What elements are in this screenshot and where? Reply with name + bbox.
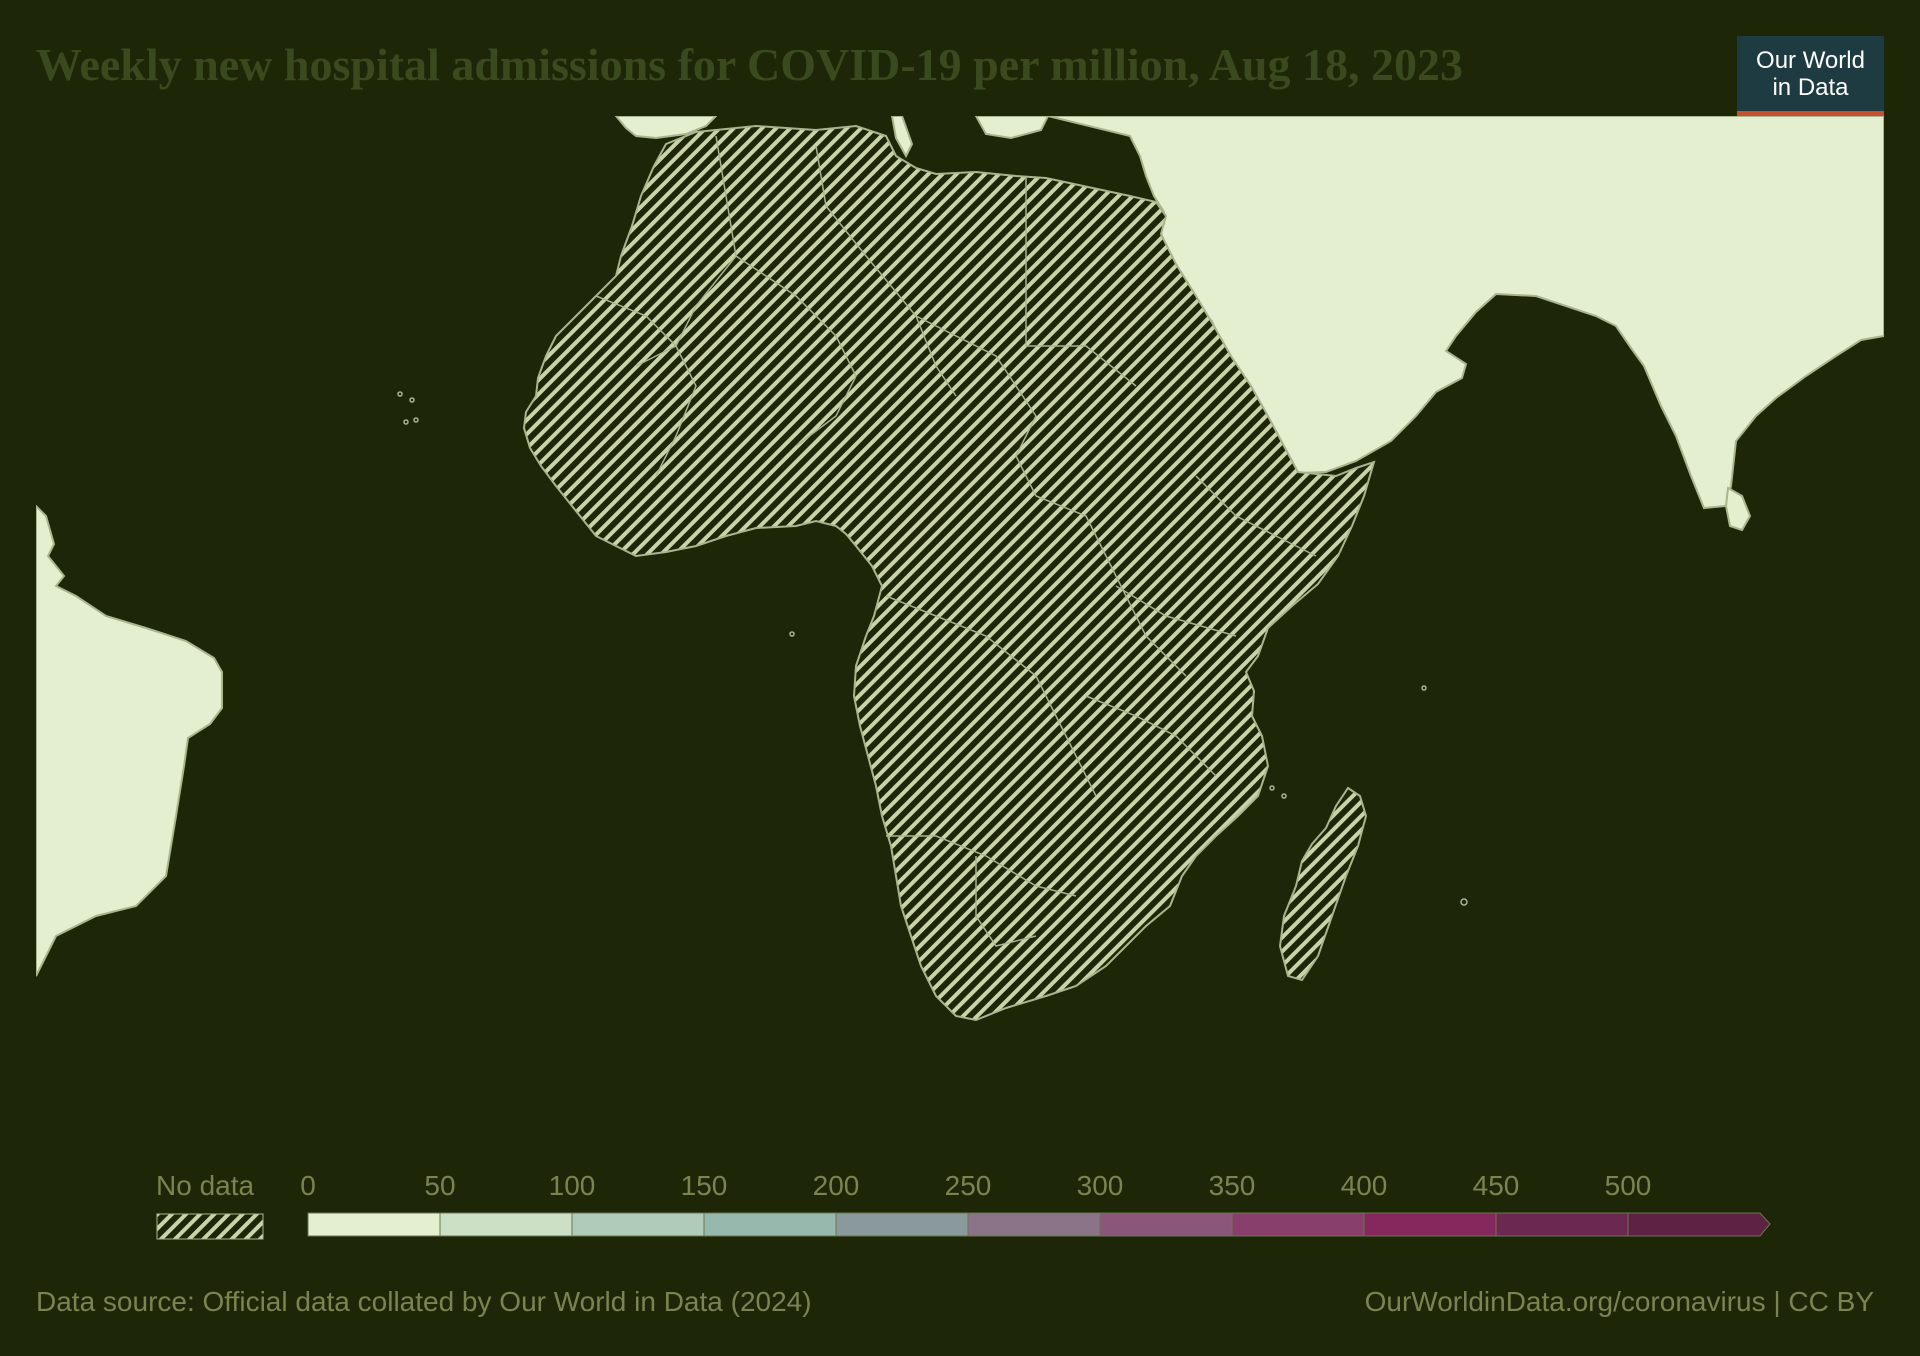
legend-bin-5[interactable] [967,1212,1101,1237]
legend-tick-500: 500 [1604,1170,1652,1201]
legend-tick-300: 300 [1076,1170,1124,1201]
legend-tick-350: 350 [1208,1170,1256,1201]
legend-bin-4[interactable] [835,1212,969,1237]
data-source: Data source: Official data collated by O… [36,1286,812,1317]
sri-lanka-region[interactable] [1724,486,1752,532]
world-map [36,116,1884,1022]
legend-bin-8[interactable] [1363,1212,1497,1237]
legend-no-data-swatch [156,1213,264,1240]
legend-bin-1[interactable] [439,1212,573,1237]
legend-bin-9[interactable] [1495,1212,1629,1237]
legend-bin-0[interactable] [307,1212,441,1237]
source-url-link[interactable]: OurWorldinData.org/coronavirus | CC BY [1365,1286,1874,1318]
madagascar-region[interactable] [1278,786,1368,982]
legend-tick-400: 400 [1340,1170,1388,1201]
legend-tick-50: 50 [424,1170,456,1201]
legend-no-data-label: No data [156,1170,255,1201]
legend-bin-10[interactable] [1627,1212,1771,1237]
italy-region[interactable] [890,116,914,159]
greece-region[interactable] [974,116,1050,140]
legend-bin-2[interactable] [571,1212,705,1237]
legend-bin-6[interactable] [1099,1212,1233,1237]
legend-tick-100: 100 [548,1170,596,1201]
legend-tick-150: 150 [680,1170,728,1201]
logo-line-2: in Data [1772,73,1849,101]
legend-bin-3[interactable] [703,1212,837,1237]
legend-color-bar [307,1212,1771,1237]
legend-tick-450: 450 [1472,1170,1520,1201]
legend-tick-labels: 0 50 100 150 200 250 300 350 400 450 500 [300,1170,1800,1210]
logo-line-1: Our World [1756,46,1865,74]
legend-tick-0: 0 [300,1170,316,1201]
south-america-region[interactable] [36,504,223,977]
owid-logo[interactable]: Our World in Data [1737,36,1884,117]
legend-tick-250: 250 [944,1170,992,1201]
legend-tick-200: 200 [812,1170,860,1201]
legend-bin-7[interactable] [1231,1212,1365,1237]
chart-title: Weekly new hospital admissions for COVID… [36,39,1464,90]
